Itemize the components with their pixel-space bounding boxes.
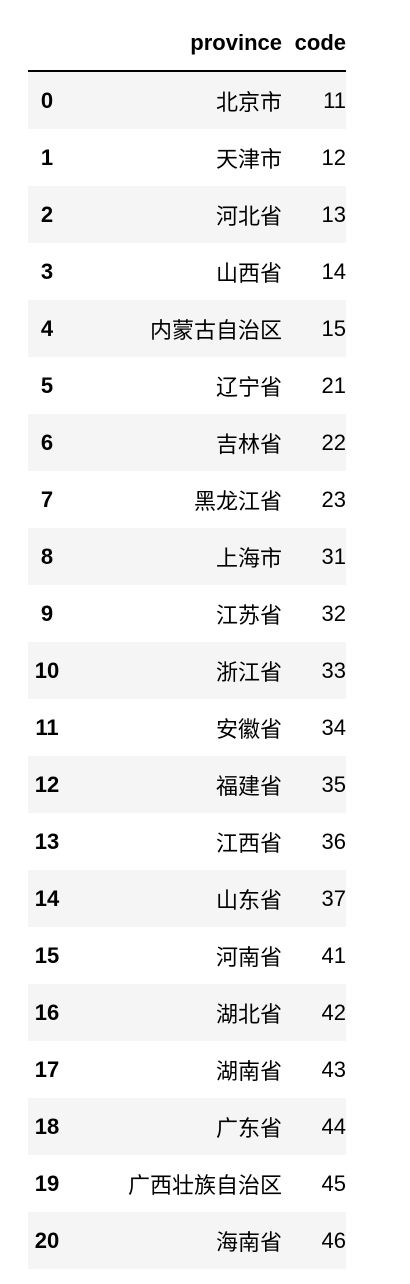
code-cell: 44 — [321, 1113, 346, 1139]
row-index: 6 — [40, 429, 54, 455]
table-body: 0 北京市 11 1 天津市 12 2 河北省 13 3 山西省 14 4 内蒙古自治区 15 5 辽宁省 21 6… — [28, 71, 346, 1269]
code-cell: 12 — [321, 144, 346, 170]
row-index: 20 — [34, 1227, 60, 1253]
index-column-header — [28, 16, 66, 72]
table-row: 16 湖北省 42 — [28, 984, 346, 1041]
province-cell: 河北省 — [215, 203, 282, 229]
row-index: 16 — [34, 999, 60, 1025]
province-cell: 广东省 — [215, 1115, 282, 1141]
province-cell: 北京市 — [215, 89, 282, 115]
province-cell: 海南省 — [215, 1229, 282, 1255]
table-row: 8 上海市 31 — [28, 528, 346, 585]
row-index: 4 — [40, 315, 54, 341]
province-cell: 上海市 — [215, 545, 282, 571]
province-cell: 广西壮族自治区 — [127, 1172, 282, 1198]
code-cell: 36 — [321, 828, 346, 854]
row-index: 19 — [34, 1170, 60, 1196]
code-cell: 32 — [321, 600, 346, 626]
row-index: 0 — [40, 87, 54, 113]
province-cell: 内蒙古自治区 — [149, 317, 282, 343]
table-row: 9 江苏省 32 — [28, 585, 346, 642]
row-index: 18 — [34, 1113, 60, 1139]
code-cell: 15 — [321, 315, 346, 341]
province-cell: 浙江省 — [215, 659, 282, 685]
table-row: 18 广东省 44 — [28, 1098, 346, 1155]
province-cell: 河南省 — [215, 944, 282, 970]
code-cell: 14 — [321, 258, 346, 284]
dataframe-table: province code 0 北京市 11 1 天津市 12 2 河北省 13 3 山西省 14 4 内… — [28, 16, 346, 1269]
header-row: province code — [28, 16, 346, 72]
row-index: 2 — [40, 201, 54, 227]
province-column-header: province — [66, 16, 282, 72]
table-row: 19 广西壮族自治区 45 — [28, 1155, 346, 1212]
row-index: 17 — [34, 1056, 60, 1082]
row-index: 15 — [34, 942, 60, 968]
table-row: 3 山西省 14 — [28, 243, 346, 300]
province-cell: 天津市 — [215, 146, 282, 172]
table-row: 15 河南省 41 — [28, 927, 346, 984]
table-header: province code — [28, 16, 346, 72]
table-row: 17 湖南省 43 — [28, 1041, 346, 1098]
row-index: 1 — [40, 144, 54, 170]
code-cell: 31 — [321, 543, 346, 569]
table-row: 11 安徽省 34 — [28, 699, 346, 756]
code-cell: 43 — [321, 1056, 346, 1082]
row-index: 12 — [34, 771, 60, 797]
table-row: 7 黑龙江省 23 — [28, 471, 346, 528]
table-row: 5 辽宁省 21 — [28, 357, 346, 414]
code-cell: 45 — [321, 1170, 346, 1196]
table-row: 10 浙江省 33 — [28, 642, 346, 699]
row-index: 5 — [40, 372, 54, 398]
table-row: 0 北京市 11 — [28, 71, 346, 129]
code-cell: 46 — [321, 1227, 346, 1253]
table-row: 1 天津市 12 — [28, 129, 346, 186]
code-cell: 42 — [321, 999, 346, 1025]
row-index: 3 — [40, 258, 54, 284]
province-cell: 江西省 — [215, 830, 282, 856]
province-cell: 安徽省 — [215, 716, 282, 742]
row-index: 10 — [34, 657, 60, 683]
province-cell: 辽宁省 — [215, 374, 282, 400]
code-cell: 21 — [321, 372, 346, 398]
row-index: 13 — [34, 828, 60, 854]
row-index: 7 — [40, 486, 54, 512]
province-cell: 山东省 — [215, 887, 282, 913]
row-index: 14 — [34, 885, 60, 911]
code-column-header: code — [282, 16, 346, 72]
code-cell: 13 — [321, 201, 346, 227]
table-row: 6 吉林省 22 — [28, 414, 346, 471]
province-cell: 黑龙江省 — [193, 488, 282, 514]
table-row: 20 海南省 46 — [28, 1212, 346, 1269]
province-cell: 福建省 — [215, 773, 282, 799]
row-index: 11 — [35, 714, 59, 740]
code-cell: 11 — [323, 87, 346, 113]
code-cell: 35 — [321, 771, 346, 797]
code-cell: 41 — [321, 942, 346, 968]
row-index: 9 — [40, 600, 54, 626]
table-row: 13 江西省 36 — [28, 813, 346, 870]
table-row: 14 山东省 37 — [28, 870, 346, 927]
province-cell: 吉林省 — [215, 431, 282, 457]
province-cell: 湖北省 — [215, 1001, 282, 1027]
row-index: 8 — [40, 543, 54, 569]
table-row: 2 河北省 13 — [28, 186, 346, 243]
code-cell: 33 — [321, 657, 346, 683]
code-cell: 22 — [321, 429, 346, 455]
code-cell: 34 — [321, 714, 346, 740]
province-cell: 山西省 — [215, 260, 282, 286]
province-cell: 湖南省 — [215, 1058, 282, 1084]
code-cell: 37 — [321, 885, 346, 911]
notebook-output: province code 0 北京市 11 1 天津市 12 2 河北省 13 3 山西省 14 4 内… — [0, 0, 410, 1284]
province-cell: 江苏省 — [215, 602, 282, 628]
code-cell: 23 — [321, 486, 346, 512]
table-row: 4 内蒙古自治区 15 — [28, 300, 346, 357]
table-row: 12 福建省 35 — [28, 756, 346, 813]
